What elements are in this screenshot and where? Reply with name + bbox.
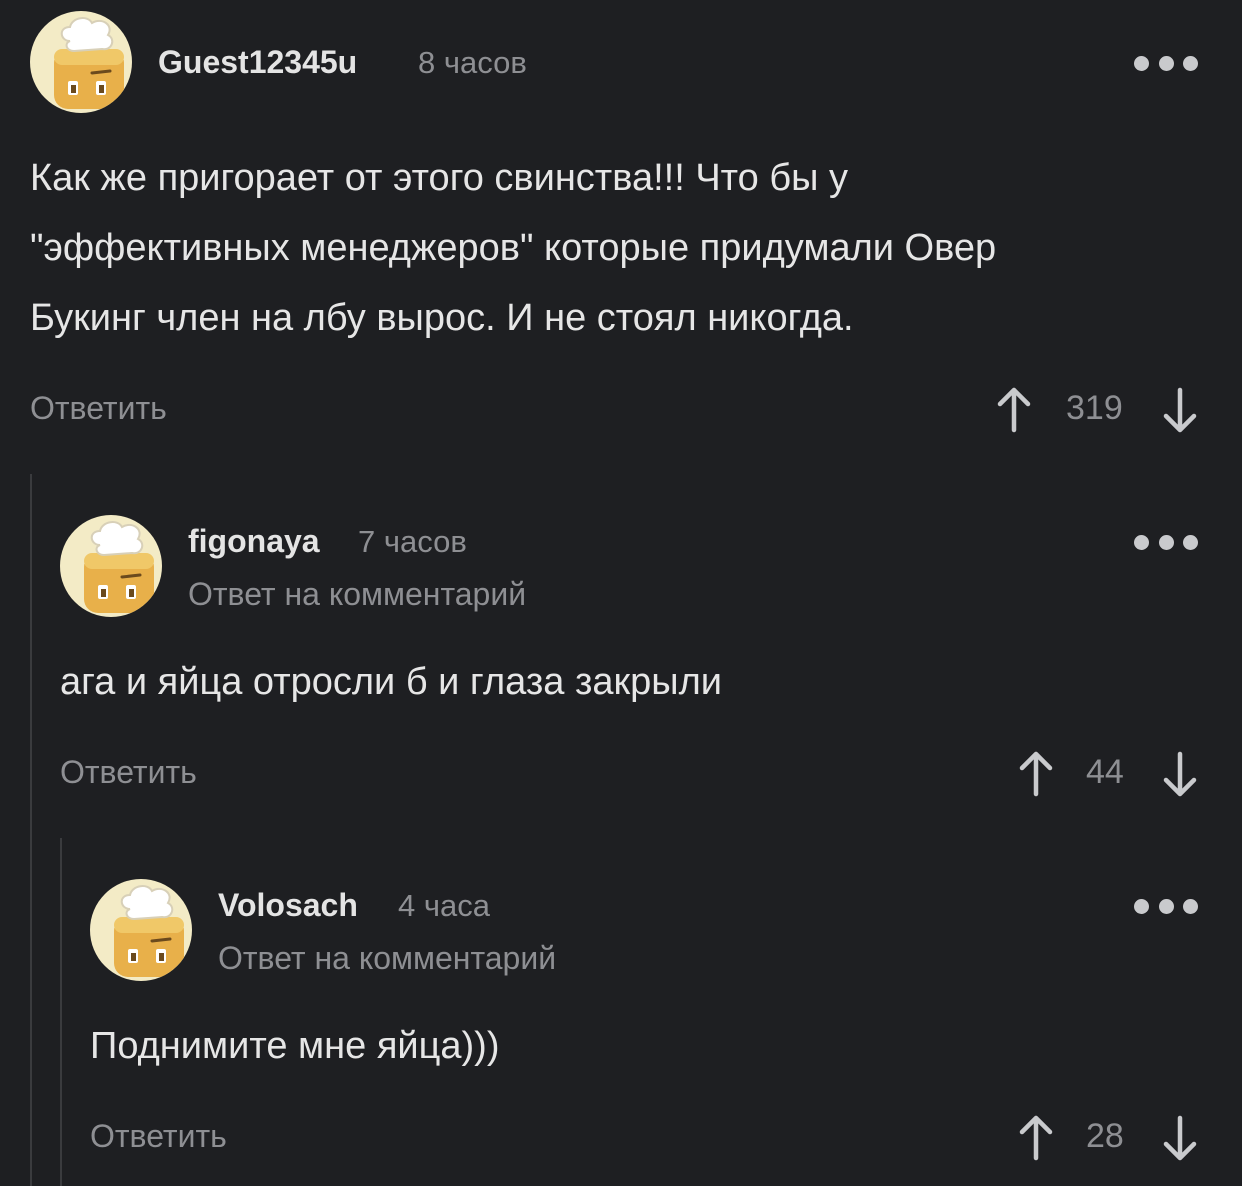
comment-text: Как же пригорает от этого свинства!!! Чт… bbox=[30, 143, 1210, 353]
reply-button[interactable]: Ответить bbox=[60, 754, 197, 791]
comment-text-line: Поднимите мне яйца))) bbox=[90, 1025, 500, 1067]
more-dots-icon[interactable] bbox=[1134, 898, 1198, 914]
comment-text-line: Как же пригорает от этого свинства!!! Чт… bbox=[30, 157, 848, 199]
reply-to-link[interactable]: Ответ на комментарий bbox=[218, 940, 556, 977]
thread-line-level-2 bbox=[60, 838, 62, 1186]
comment-text-line: "эффективных менеджеров" которые придума… bbox=[30, 227, 997, 269]
arrow-up-icon[interactable] bbox=[1016, 750, 1056, 798]
avatar[interactable] bbox=[30, 11, 132, 113]
reply-button[interactable]: Ответить bbox=[30, 390, 167, 427]
vote-score: 319 bbox=[1066, 389, 1123, 427]
comment-text: ага и яйца отросли б и глаза закрыли bbox=[60, 647, 1210, 717]
thread-line-level-1 bbox=[30, 474, 32, 1186]
arrow-down-icon[interactable] bbox=[1160, 750, 1200, 798]
vote-score: 44 bbox=[1086, 753, 1124, 791]
arrow-down-icon[interactable] bbox=[1160, 1114, 1200, 1162]
comment-time: 4 часа bbox=[398, 888, 490, 923]
comment-time: 7 часов bbox=[358, 524, 467, 559]
arrow-up-icon[interactable] bbox=[1016, 1114, 1056, 1162]
reply-button[interactable]: Ответить bbox=[90, 1118, 227, 1155]
username[interactable]: Volosach bbox=[218, 887, 358, 924]
arrow-up-icon[interactable] bbox=[994, 386, 1034, 434]
comment-text: Поднимите мне яйца))) bbox=[90, 1011, 1210, 1081]
comment-time: 8 часов bbox=[418, 45, 527, 80]
vote-score: 28 bbox=[1086, 1117, 1124, 1155]
more-dots-icon[interactable] bbox=[1134, 534, 1198, 550]
username[interactable]: figonaya bbox=[188, 523, 320, 560]
reply-to-link[interactable]: Ответ на комментарий bbox=[188, 576, 526, 613]
arrow-down-icon[interactable] bbox=[1160, 386, 1200, 434]
chef-toast-avatar-icon bbox=[84, 521, 154, 613]
comment-text-line: Букинг член на лбу вырос. И не стоял ник… bbox=[30, 297, 854, 339]
username[interactable]: Guest12345u bbox=[158, 44, 357, 81]
avatar[interactable] bbox=[90, 879, 192, 981]
comment-text-line: ага и яйца отросли б и глаза закрыли bbox=[60, 661, 722, 703]
more-dots-icon[interactable] bbox=[1134, 55, 1198, 71]
avatar[interactable] bbox=[60, 515, 162, 617]
chef-toast-avatar-icon bbox=[114, 885, 184, 977]
chef-toast-avatar-icon bbox=[54, 17, 124, 109]
